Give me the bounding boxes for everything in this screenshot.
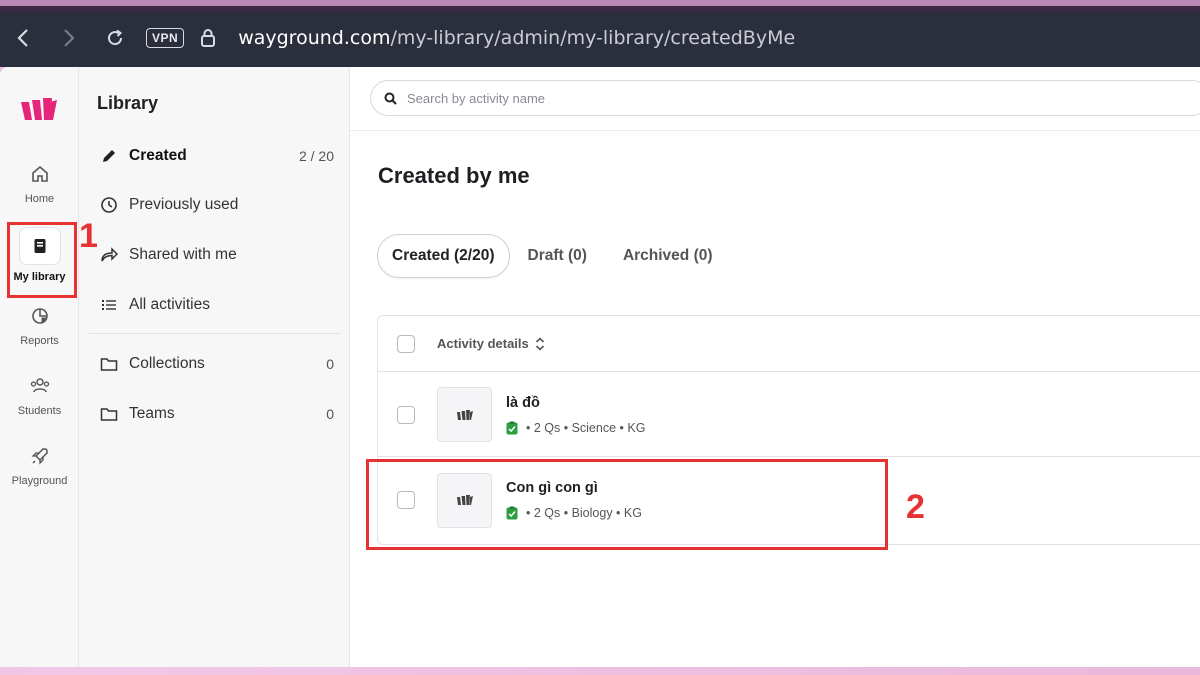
rail-item-home[interactable]: Home — [0, 163, 79, 205]
library-item-previously-used[interactable]: Previously used — [99, 190, 334, 220]
library-divider — [89, 333, 341, 334]
chevron-left-icon — [17, 29, 28, 47]
folder-icon — [99, 404, 119, 424]
row-info: là đồ • 2 Qs • Science • KG — [506, 395, 645, 435]
library-item-label: Created — [129, 147, 187, 164]
tab-archived[interactable]: Archived (0) — [605, 234, 731, 278]
browser-toolbar-inner: VPN wayground.com/my-library/admin/my-li… — [0, 12, 1200, 64]
page-title: Created by me — [378, 163, 530, 188]
reload-button[interactable] — [92, 18, 138, 58]
lock-icon — [200, 27, 220, 49]
folder-icon — [99, 354, 119, 374]
library-item-shared-with-me[interactable]: Shared with me — [99, 240, 334, 270]
activity-meta: • 2 Qs • Science • KG — [506, 421, 645, 435]
library-item-label: Shared with me — [129, 246, 237, 263]
library-item-label: Collections — [129, 355, 205, 372]
highlight-box-my-library — [7, 222, 77, 298]
column-activity-details[interactable]: Activity details — [437, 336, 529, 351]
list-icon — [99, 295, 119, 315]
library-panel: Library Created 2 / 20 Previously used S… — [79, 67, 350, 667]
library-title: Library — [97, 93, 159, 113]
rail-item-students[interactable]: Students — [0, 375, 79, 417]
users-icon — [30, 378, 49, 393]
rail-item-reports[interactable]: Reports — [0, 305, 79, 347]
wayground-logo-icon[interactable] — [20, 97, 58, 128]
address-bar[interactable]: wayground.com/my-library/admin/my-librar… — [238, 27, 795, 49]
tab-bar: Created (2/20) Draft (0) Archived (0) — [377, 233, 731, 279]
pencil-icon — [99, 146, 119, 166]
annotation-number-1: 1 — [79, 217, 98, 255]
main-content: Created by me Created (2/20) Draft (0) A… — [350, 67, 1200, 667]
tab-created[interactable]: Created (2/20) — [377, 234, 510, 278]
table-header: Activity details — [378, 316, 1200, 372]
search-row — [350, 67, 1200, 131]
clipboard-check-icon — [506, 421, 518, 435]
forward-button[interactable] — [46, 18, 92, 58]
select-all-checkbox[interactable] — [397, 334, 415, 353]
rail-label-playground: Playground — [11, 475, 68, 487]
chevron-right-icon — [64, 29, 75, 47]
annotation-number-2: 2 — [906, 488, 925, 526]
url-path: /my-library/admin/my-library/createdByMe — [390, 27, 796, 49]
row-checkbox[interactable] — [397, 405, 415, 424]
table-row[interactable]: là đồ • 2 Qs • Science • KG — [378, 373, 1200, 457]
library-item-all-activities[interactable]: All activities — [99, 290, 334, 320]
url-host: wayground.com — [238, 27, 391, 49]
activity-title[interactable]: là đồ — [506, 395, 645, 411]
tab-draft[interactable]: Draft (0) — [510, 234, 605, 278]
browser-toolbar: VPN wayground.com/my-library/admin/my-li… — [0, 0, 1200, 67]
clock-icon — [99, 195, 119, 215]
share-icon — [99, 245, 119, 265]
rocket-icon — [30, 448, 48, 465]
activity-thumbnail — [437, 387, 492, 442]
rail-label-reports: Reports — [20, 335, 59, 347]
library-item-count: 0 — [326, 356, 334, 372]
vpn-badge[interactable]: VPN — [146, 28, 185, 48]
search-input[interactable] — [407, 90, 1007, 106]
search-box[interactable] — [370, 80, 1200, 116]
search-icon — [384, 92, 397, 105]
activity-meta-text: • 2 Qs • Science • KG — [526, 420, 646, 435]
library-item-created[interactable]: Created 2 / 20 — [99, 141, 334, 171]
library-item-label: Teams — [129, 405, 175, 422]
library-item-count: 0 — [326, 406, 334, 422]
app-window: Home My library Reports Students Playgro… — [0, 67, 1200, 667]
library-item-label: Previously used — [129, 196, 239, 213]
reload-icon — [108, 29, 123, 46]
rail-label-home: Home — [24, 193, 55, 205]
pie-chart-icon — [31, 308, 48, 324]
library-item-teams[interactable]: Teams 0 — [99, 399, 334, 429]
rail-label-students: Students — [17, 405, 62, 417]
home-icon — [31, 165, 48, 182]
library-item-count: 2 / 20 — [298, 148, 334, 164]
back-button[interactable] — [0, 18, 46, 58]
library-item-label: All activities — [129, 296, 210, 313]
left-rail: Home My library Reports Students Playgro… — [0, 67, 79, 667]
highlight-box-activity-row — [366, 459, 888, 550]
wayground-mark-icon — [456, 409, 473, 420]
rail-item-playground[interactable]: Playground — [0, 445, 79, 487]
sort-icon[interactable] — [535, 336, 545, 351]
library-item-collections[interactable]: Collections 0 — [99, 349, 334, 379]
